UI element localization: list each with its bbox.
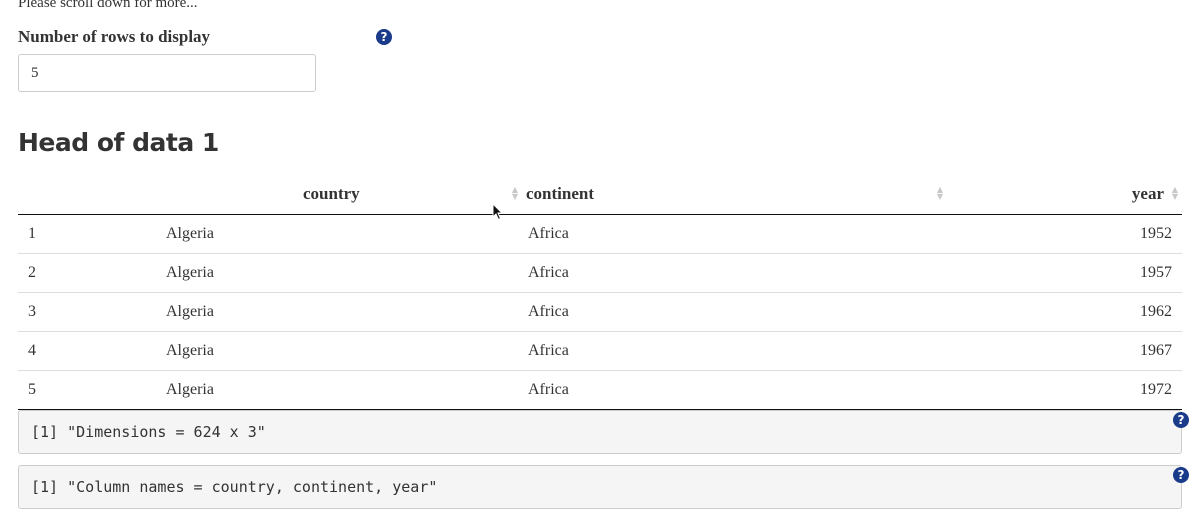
row-index: 4 — [18, 331, 156, 371]
rows-label: Number of rows to display — [18, 27, 211, 46]
table-row: 4 Algeria Africa 1967 — [18, 331, 1182, 371]
row-index: 1 — [18, 214, 156, 254]
scroll-hint: Please scroll down for more... — [18, 0, 198, 11]
cell-country: Algeria — [156, 214, 518, 254]
column-header-label: continent — [526, 184, 594, 203]
column-header-year[interactable]: year ▲ ▼ — [938, 174, 1182, 215]
column-header-continent[interactable]: continent ▲ ▼ — [518, 174, 943, 215]
table-row: 5 Algeria Africa 1972 — [18, 370, 1182, 410]
column-header-label: country — [303, 184, 360, 203]
row-index: 2 — [18, 253, 156, 293]
column-header-label: year — [1131, 184, 1164, 203]
output-dimensions: [1] "Dimensions = 624 x 3" — [18, 410, 1182, 454]
cell-country: Algeria — [156, 331, 518, 371]
table-row: 1 Algeria Africa 1952 — [18, 214, 1182, 254]
cell-country: Algeria — [156, 253, 518, 293]
table-header-row: country ▲ ▼ continent ▲ ▼ year ▲ ▼ — [18, 174, 1182, 215]
data-table: country ▲ ▼ continent ▲ ▼ year ▲ ▼ 1 Algeri… — [18, 174, 1182, 410]
cell-country: Algeria — [156, 292, 518, 332]
help-icon[interactable]: ? — [1173, 412, 1189, 428]
rows-input[interactable] — [18, 54, 316, 92]
cell-continent: Africa — [518, 292, 938, 332]
cell-year: 1967 — [938, 331, 1182, 371]
sort-icon[interactable]: ▲ ▼ — [1172, 186, 1178, 201]
output-column-names: [1] "Column names = country, continent, … — [18, 465, 1182, 509]
cell-country: Algeria — [156, 370, 518, 410]
cell-year: 1957 — [938, 253, 1182, 293]
row-index: 3 — [18, 292, 156, 332]
column-header-index — [18, 174, 156, 215]
cell-continent: Africa — [518, 370, 938, 410]
column-header-country[interactable]: country ▲ ▼ — [156, 174, 518, 215]
help-icon[interactable]: ? — [1173, 467, 1189, 483]
table-row: 2 Algeria Africa 1957 — [18, 253, 1182, 293]
help-icon[interactable]: ? — [376, 29, 392, 45]
table-row: 3 Algeria Africa 1962 — [18, 292, 1182, 332]
section-heading: Head of data 1 — [18, 128, 219, 157]
cell-year: 1962 — [938, 292, 1182, 332]
cell-continent: Africa — [518, 253, 938, 293]
cell-continent: Africa — [518, 214, 938, 254]
cell-year: 1972 — [938, 370, 1182, 410]
mouse-cursor-icon — [492, 203, 504, 221]
cell-continent: Africa — [518, 331, 938, 371]
cell-year: 1952 — [938, 214, 1182, 254]
row-index: 5 — [18, 370, 156, 410]
